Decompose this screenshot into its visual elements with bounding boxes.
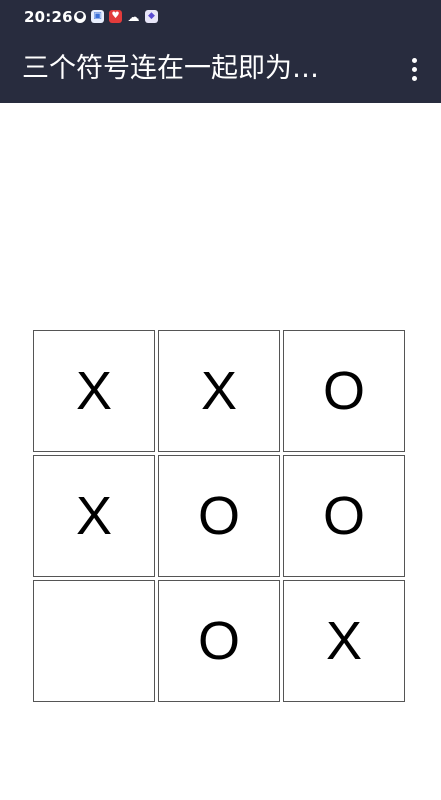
- tic-tac-toe-board: X X O X O O O X: [33, 330, 408, 705]
- board-cell-2-0[interactable]: [33, 580, 155, 702]
- app-icon-blue: ▣: [91, 10, 104, 23]
- board-cell-2-1[interactable]: O: [158, 580, 280, 702]
- board-cell-1-1[interactable]: O: [158, 455, 280, 577]
- weather-icon: ☁: [127, 9, 140, 24]
- app-icon-purple: ◆: [145, 10, 158, 23]
- app-bar: 20:26 ● ▣ ♥ ☁ ◆ 三个符号连在一起即为…: [0, 0, 441, 103]
- board-cell-1-2[interactable]: O: [283, 455, 405, 577]
- more-vert-icon[interactable]: [401, 52, 427, 86]
- board-cell-1-0[interactable]: X: [33, 455, 155, 577]
- menu-dot: [411, 57, 417, 63]
- status-icons: ● ▣ ♥ ☁ ◆: [74, 10, 158, 23]
- status-time: 20:26: [24, 8, 73, 26]
- board-cell-0-2[interactable]: O: [283, 330, 405, 452]
- board-cell-0-0[interactable]: X: [33, 330, 155, 452]
- status-bar: 20:26 ● ▣ ♥ ☁ ◆: [0, 0, 441, 34]
- menu-dot: [411, 75, 417, 81]
- account-icon: ●: [74, 10, 86, 23]
- app-icon-red: ♥: [109, 10, 122, 23]
- board-cell-0-1[interactable]: X: [158, 330, 280, 452]
- board-cell-2-2[interactable]: X: [283, 580, 405, 702]
- page-title: 三个符号连在一起即为…: [22, 53, 319, 84]
- menu-dot: [411, 66, 417, 72]
